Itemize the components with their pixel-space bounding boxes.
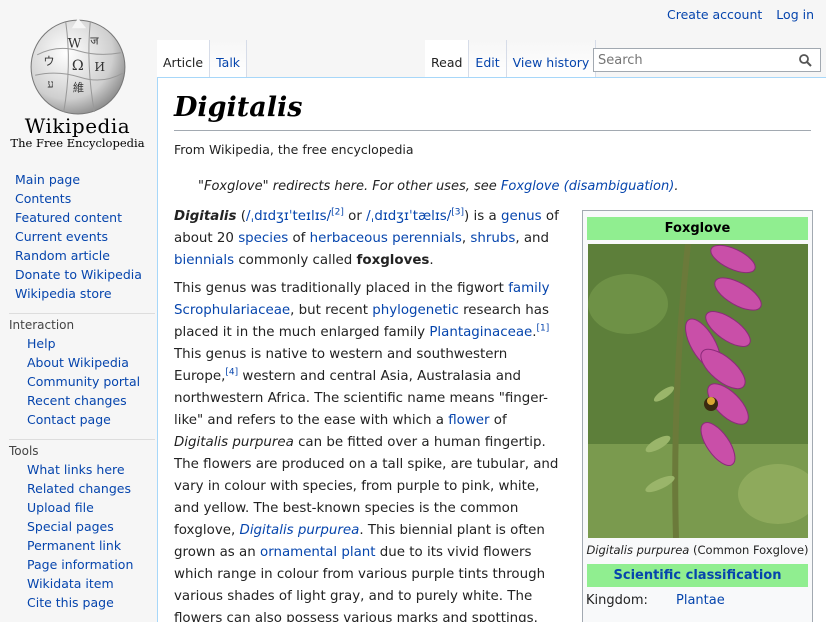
search-icon — [798, 53, 812, 67]
body-paragraph: This genus was traditionally placed in t… — [174, 281, 559, 622]
svg-text:И: И — [94, 60, 105, 74]
sidebar-item-store[interactable]: Wikipedia store — [0, 284, 155, 303]
content-area: Digitalis From Wikipedia, the free encyc… — [157, 77, 826, 622]
tab-edit[interactable]: Edit — [469, 40, 507, 77]
sidebar-item-contact-page[interactable]: Contact page — [0, 410, 155, 429]
logo-wordmark: Wikipedia — [24, 114, 131, 138]
sidebar-item-recent-changes[interactable]: Recent changes — [0, 391, 155, 410]
tab-view-history[interactable]: View history — [506, 40, 597, 77]
sidebar: Main page Contents Featured content Curr… — [0, 170, 155, 612]
sidebar-item-random-article[interactable]: Random article — [0, 246, 155, 265]
tab-view-history-label[interactable]: View history — [513, 55, 590, 70]
namespace-tabs: Article Talk — [157, 40, 248, 77]
scientific-classification-heading[interactable]: Scientific classification — [587, 564, 808, 587]
tab-article[interactable]: Article — [157, 40, 211, 77]
login-link[interactable]: Log in — [776, 7, 814, 22]
foxglove-image[interactable] — [587, 244, 808, 538]
sidebar-item-featured-content[interactable]: Featured content — [0, 208, 155, 227]
tab-talk-label[interactable]: Talk — [216, 55, 240, 70]
sidebar-item-current-events[interactable]: Current events — [0, 227, 155, 246]
sidebar-item-permanent-link[interactable]: Permanent link — [0, 536, 155, 555]
hatnote-text: "Foxglove" redirects here. For other use… — [198, 179, 501, 194]
kingdom-label: Kingdom: — [586, 593, 648, 608]
caption-common-name: (Common Foxglove) — [689, 543, 809, 557]
search-box — [593, 48, 821, 72]
tab-talk[interactable]: Talk — [210, 40, 248, 77]
interaction-portal: Help About Wikipedia Community portal Re… — [0, 334, 155, 429]
tab-edit-label[interactable]: Edit — [475, 55, 499, 70]
infobox-caption: Digitalis purpurea (Common Foxglove) — [583, 543, 812, 557]
tools-heading: Tools — [9, 439, 155, 460]
hatnote: "Foxglove" redirects here. For other use… — [198, 179, 678, 194]
kingdom-row: Kingdom: Plantae — [586, 593, 812, 608]
svg-text:維: 維 — [73, 82, 84, 95]
sidebar-item-upload-file[interactable]: Upload file — [0, 498, 155, 517]
sidebar-item-help[interactable]: Help — [0, 334, 155, 353]
article-body: Digitalis (/ˌdɪdʒɪˈteɪlɪs/[2] or /ˌdɪdʒɪ… — [174, 206, 562, 622]
svg-text:ज: ज — [90, 35, 99, 48]
search-input[interactable] — [594, 52, 794, 68]
sidebar-item-cite-this-page[interactable]: Cite this page — [0, 593, 155, 612]
tab-read[interactable]: Read — [425, 40, 470, 77]
infobox: Foxglove Digitalis purpurea (Common Foxg… — [582, 210, 813, 622]
personal-tools: Create account Log in — [657, 7, 814, 22]
foxglove-photo-icon — [587, 244, 808, 538]
globe-icon: W Ω ज ウ И 維 ע — [30, 18, 126, 115]
sidebar-item-page-information[interactable]: Page information — [0, 555, 155, 574]
sidebar-item-what-links-here[interactable]: What links here — [0, 460, 155, 479]
svg-text:Ω: Ω — [72, 58, 84, 74]
site-subtitle: From Wikipedia, the free encyclopedia — [174, 142, 414, 157]
wikipedia-logo[interactable]: W Ω ज ウ И 維 ע Wikipedia The Free Encyclo… — [0, 0, 155, 160]
navigation-portal: Main page Contents Featured content Curr… — [0, 170, 155, 303]
sidebar-item-main-page[interactable]: Main page — [0, 170, 155, 189]
svg-text:ע: ע — [47, 77, 53, 90]
infobox-title: Foxglove — [587, 217, 808, 240]
view-tabs: Read Edit View history — [425, 40, 597, 77]
caption-species: Digitalis purpurea — [586, 543, 690, 557]
tab-read-label[interactable]: Read — [431, 55, 462, 70]
sidebar-item-donate[interactable]: Donate to Wikipedia — [0, 265, 155, 284]
sidebar-item-special-pages[interactable]: Special pages — [0, 517, 155, 536]
kingdom-value[interactable]: Plantae — [676, 593, 725, 608]
tab-article-label[interactable]: Article — [163, 55, 203, 70]
sidebar-item-about[interactable]: About Wikipedia — [0, 353, 155, 372]
search-button[interactable] — [794, 49, 816, 71]
tools-portal: What links here Related changes Upload f… — [0, 460, 155, 612]
logo-tagline: The Free Encyclopedia — [10, 136, 145, 150]
sidebar-item-related-changes[interactable]: Related changes — [0, 479, 155, 498]
svg-text:W: W — [68, 37, 82, 52]
disambiguation-link[interactable]: Foxglove (disambiguation) — [501, 179, 674, 194]
sidebar-item-contents[interactable]: Contents — [0, 189, 155, 208]
hatnote-end: . — [674, 179, 679, 194]
sidebar-item-wikidata-item[interactable]: Wikidata item — [0, 574, 155, 593]
lead-paragraph: Digitalis (/ˌdɪdʒɪˈteɪlɪs/[2] or /ˌdɪdʒɪ… — [174, 207, 559, 268]
svg-text:ウ: ウ — [43, 55, 54, 68]
create-account-link[interactable]: Create account — [667, 7, 762, 22]
interaction-heading: Interaction — [9, 313, 155, 334]
scientific-classification-link[interactable]: Scientific classification — [614, 568, 782, 583]
page-title: Digitalis — [174, 92, 303, 123]
sidebar-item-community-portal[interactable]: Community portal — [0, 372, 155, 391]
title-divider — [174, 130, 811, 131]
